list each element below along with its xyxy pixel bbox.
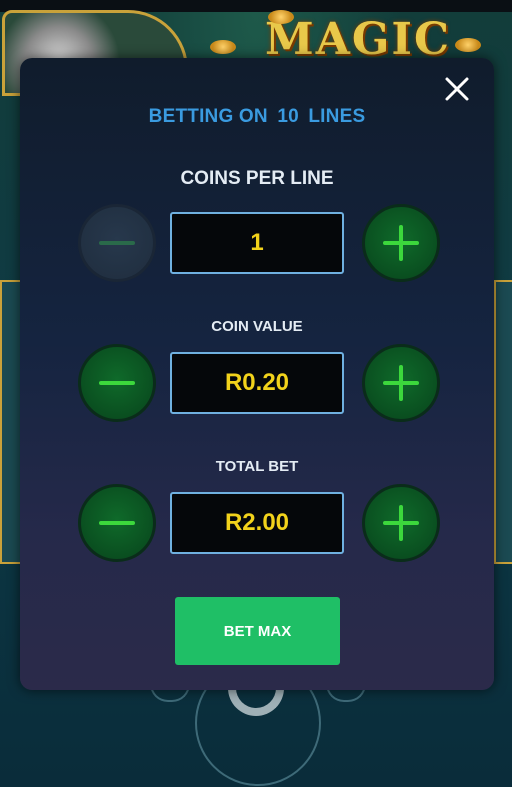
- lines-suffix: LINES: [308, 106, 366, 127]
- coin-decoration: [455, 38, 481, 52]
- lines-count: 10: [277, 106, 299, 127]
- bet-max-button[interactable]: BET MAX: [175, 597, 340, 665]
- total-bet-decrease-button[interactable]: [78, 484, 156, 562]
- coins-per-line-label: COINS PER LINE: [180, 168, 334, 189]
- coin-value-decrease-button[interactable]: [78, 344, 156, 422]
- minus-icon: [99, 381, 135, 385]
- coin-decoration: [210, 40, 236, 54]
- lines-prefix: BETTING ON: [148, 106, 268, 127]
- minus-icon: [99, 521, 135, 525]
- plus-icon: [383, 505, 419, 541]
- minus-icon: [99, 241, 135, 245]
- coin-value-label: COIN VALUE: [211, 318, 303, 335]
- reel-edge-left: [0, 280, 22, 564]
- total-bet-label: TOTAL BET: [215, 458, 299, 475]
- plus-icon: [383, 225, 419, 261]
- betting-lines-text: BETTING ON 10 LINES: [20, 106, 494, 128]
- reel-edge-right: [494, 280, 512, 564]
- coins-per-line-value: 1: [170, 212, 344, 274]
- coins-per-line-decrease-button[interactable]: [78, 204, 156, 282]
- coin-value-value: R0.20: [170, 352, 344, 414]
- close-icon: [445, 77, 469, 101]
- close-button[interactable]: [442, 74, 472, 104]
- coin-value-increase-button[interactable]: [362, 344, 440, 422]
- coin-decoration: [268, 10, 294, 24]
- coins-per-line-increase-button[interactable]: [362, 204, 440, 282]
- plus-icon: [383, 365, 419, 401]
- total-bet-increase-button[interactable]: [362, 484, 440, 562]
- total-bet-value: R2.00: [170, 492, 344, 554]
